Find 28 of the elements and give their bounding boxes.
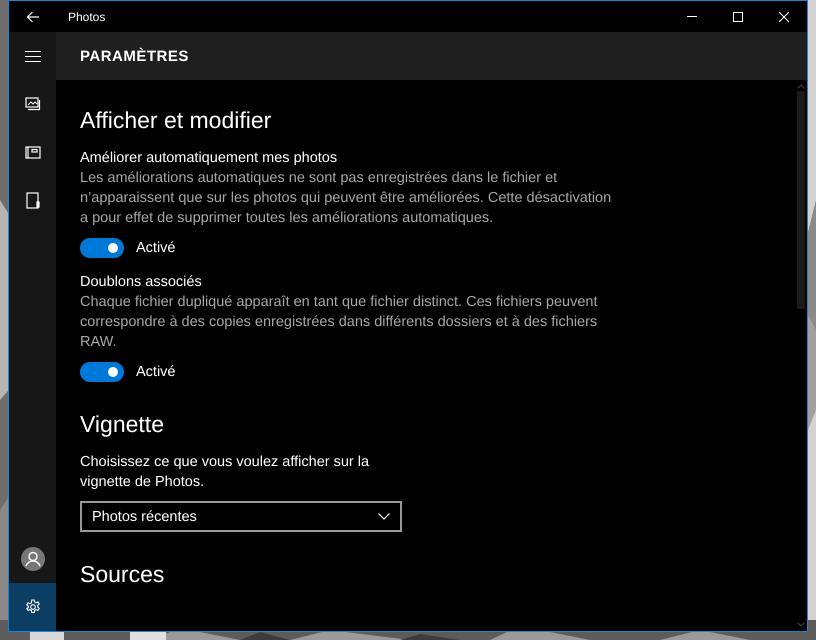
dropdown[interactable]: Photos récentes xyxy=(80,501,402,532)
minimize-icon xyxy=(687,16,697,17)
section-heading: Vignette xyxy=(80,410,165,438)
maximize-icon xyxy=(733,12,743,22)
account-icon xyxy=(20,547,44,571)
toggle-switch[interactable] xyxy=(80,238,124,258)
toggle-switch[interactable] xyxy=(80,362,124,382)
section-heading: Afficher et modifier xyxy=(80,106,272,134)
chevron-icon xyxy=(378,513,390,520)
setting-description: Choisissez ce que vous voulez afficher sur la vignette de Photos. xyxy=(80,453,370,492)
page-title: PARAMÈTRES xyxy=(80,48,189,64)
settings-icon xyxy=(24,599,40,615)
toggle-label: Activé xyxy=(136,364,176,380)
setting-title: Doublons associés xyxy=(80,273,203,292)
setting-description: Les améliorations automatiques ne sont pas enregistrées dans le fichier et n’apparaissent que sur les photos qui peuvent être améliorées. Cette désactivation a pour effet de supprimer toutes les améliorations automatiques. xyxy=(80,169,612,228)
toggle-label: Activé xyxy=(136,240,176,256)
album-icon xyxy=(24,146,40,158)
window-title: Photos xyxy=(68,10,106,24)
setting-title: Améliorer automatiquement mes photos xyxy=(80,149,338,168)
menu-icon xyxy=(24,50,40,62)
section-heading: Sources xyxy=(80,560,166,588)
scrollbar-thumb[interactable] xyxy=(797,91,805,309)
photos-icon xyxy=(24,97,40,111)
nav-item[interactable] xyxy=(9,583,56,631)
back-icon xyxy=(26,10,40,22)
setting-description: Chaque fichier dupliqué apparaît en tant que fichier distinct. Ces fichiers peuvent correspondre à des copies enregistrées dans différents dossiers et à des fichiers RAW. xyxy=(80,293,598,352)
device-icon xyxy=(26,192,40,208)
close-icon xyxy=(779,12,789,22)
